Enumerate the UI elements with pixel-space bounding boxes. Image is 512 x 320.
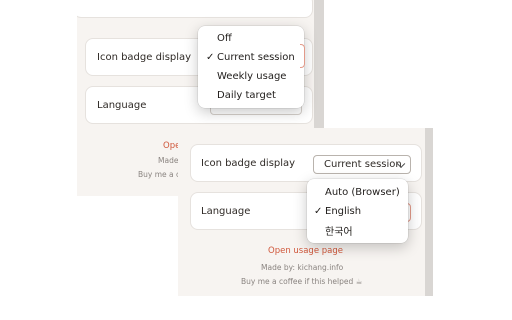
menu-item-daily-target[interactable]: Daily target bbox=[198, 86, 304, 104]
language-label: Language bbox=[97, 100, 147, 111]
check-icon: ✓ bbox=[206, 51, 215, 63]
check-icon: ✓ bbox=[314, 205, 323, 217]
icon-badge-label: Icon badge display bbox=[201, 158, 296, 169]
menu-item-off[interactable]: Off bbox=[198, 29, 304, 47]
menu-item-label: Current session bbox=[217, 51, 295, 63]
made-by-text: Made bbox=[158, 156, 179, 165]
menu-item-auto-browser[interactable]: Auto (Browser) bbox=[307, 183, 408, 201]
buy-coffee-text: Buy me a coffee if this helped ☕ bbox=[241, 277, 363, 286]
language-label: Language bbox=[201, 206, 251, 217]
menu-item-korean[interactable]: 한국어 bbox=[307, 221, 408, 239]
icon-badge-setting-card: Icon badge display Current session bbox=[190, 144, 422, 182]
menu-item-english[interactable]: ✓ English bbox=[307, 202, 408, 220]
icon-badge-select[interactable]: Current session bbox=[313, 155, 411, 174]
made-by-text: Made by: kichang.info bbox=[261, 263, 344, 272]
previous-setting-card bbox=[77, 0, 313, 18]
icon-badge-label: Icon badge display bbox=[97, 52, 192, 63]
menu-item-current-session[interactable]: ✓ Current session bbox=[198, 48, 304, 66]
icon-badge-select-value: Current session bbox=[324, 159, 402, 170]
buy-coffee-text: Buy me a c bbox=[138, 170, 181, 179]
menu-item-weekly-usage[interactable]: Weekly usage bbox=[198, 67, 304, 85]
language-dropdown-menu: Auto (Browser) ✓ English 한국어 bbox=[307, 179, 408, 243]
menu-item-label: English bbox=[325, 205, 362, 217]
select-edge-highlight bbox=[300, 44, 305, 68]
icon-badge-dropdown-menu: Off ✓ Current session Weekly usage Daily… bbox=[198, 26, 304, 108]
open-usage-page-link[interactable]: Open usage page bbox=[268, 246, 343, 256]
